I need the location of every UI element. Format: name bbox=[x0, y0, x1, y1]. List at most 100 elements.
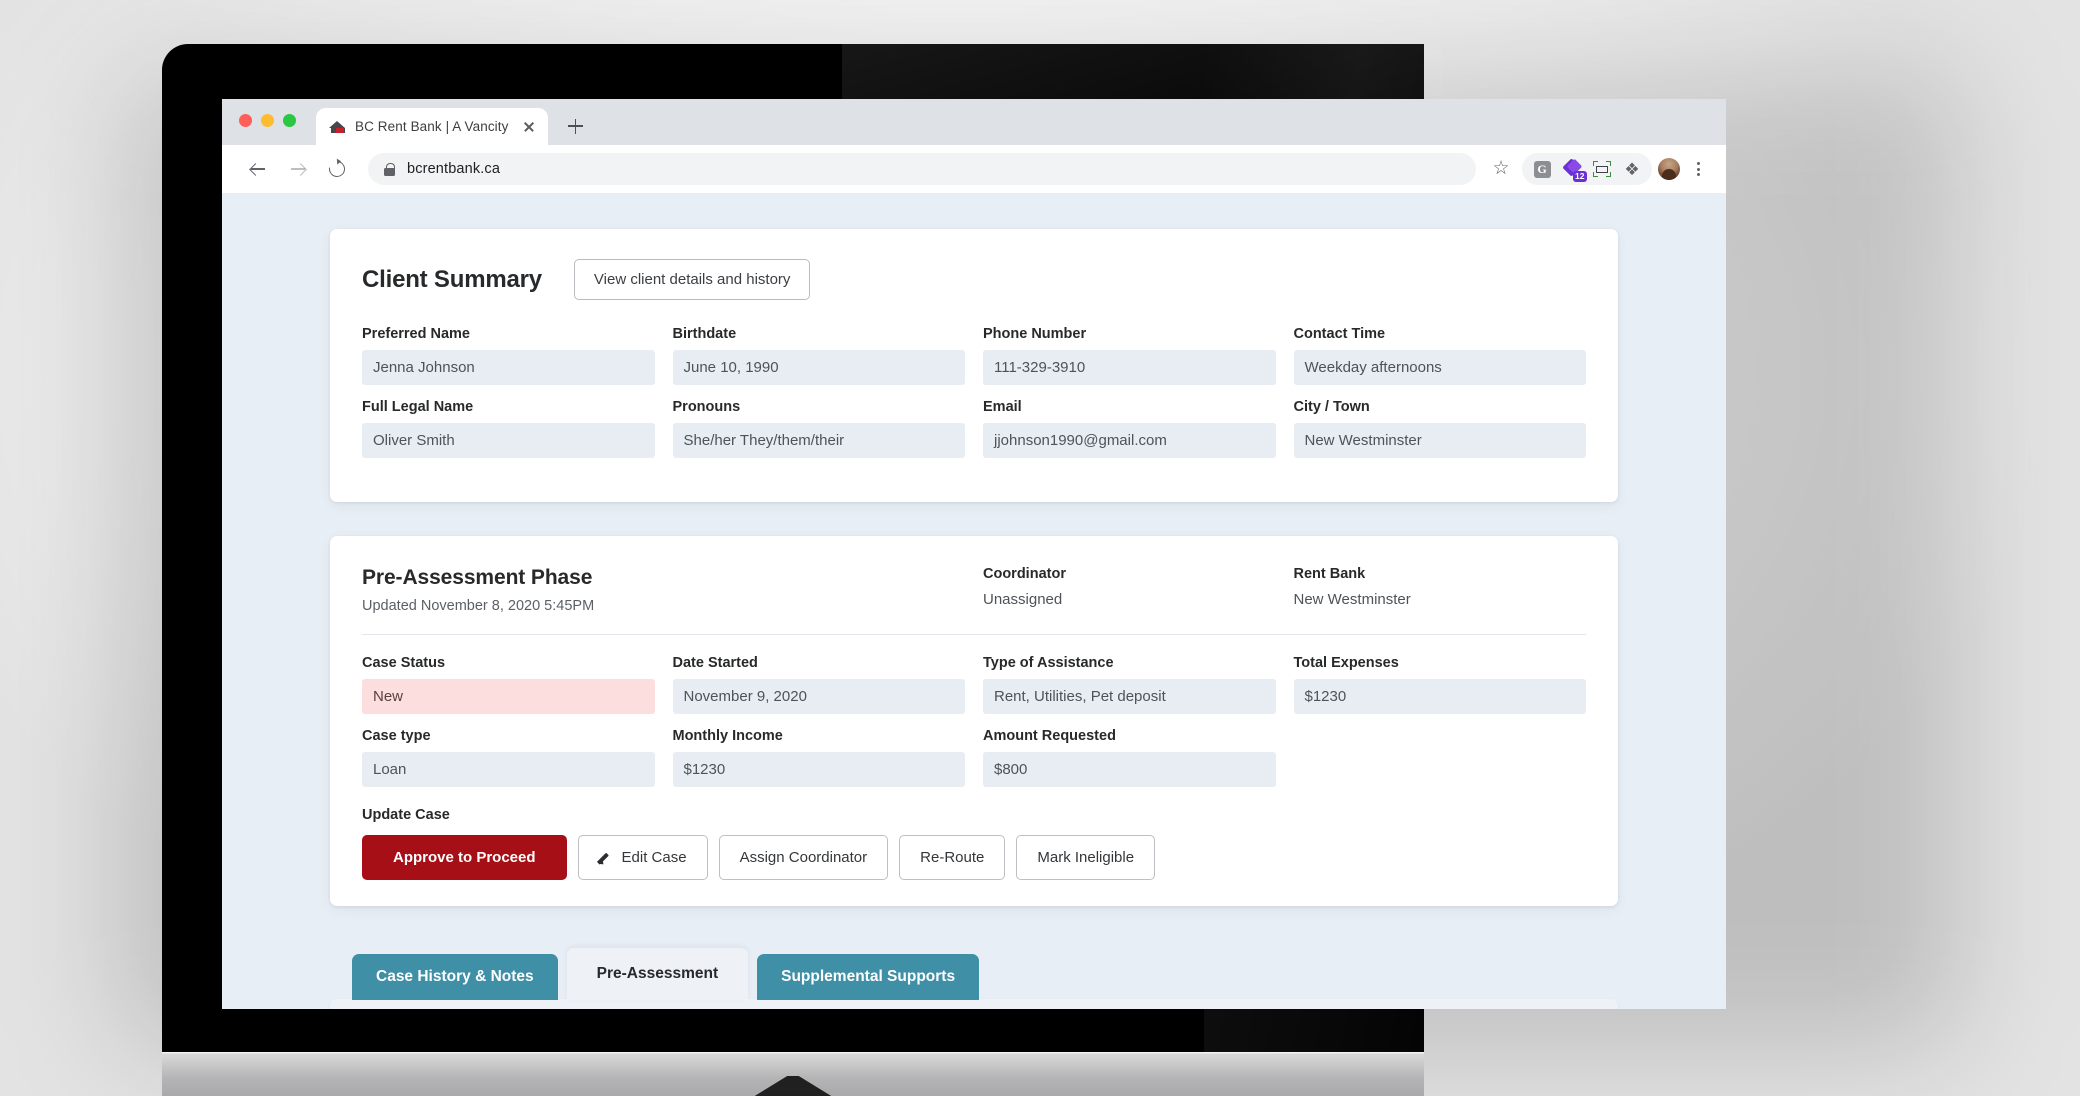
field-phone-number: Phone Number 111-329-3910 bbox=[983, 326, 1276, 399]
field-preferred-name: Preferred Name Jenna Johnson bbox=[362, 326, 655, 399]
browser-tabstrip: BC Rent Bank | A Vancity Comm bbox=[222, 99, 1726, 145]
profile-avatar[interactable] bbox=[1658, 158, 1680, 180]
client-summary-fields: Preferred Name Jenna Johnson Birthdate J… bbox=[362, 326, 1586, 472]
field-total-expenses: Total Expenses $1230 bbox=[1293, 655, 1586, 728]
tab-case-history-notes[interactable]: Case History & Notes bbox=[352, 954, 558, 1000]
coordinator-value: Unassigned bbox=[983, 591, 1063, 608]
tab-supplemental-supports[interactable]: Supplemental Supports bbox=[757, 954, 980, 1000]
rent-bank-label: Rent Bank bbox=[1293, 566, 1366, 582]
screenshot-crop-extension-icon[interactable] bbox=[1588, 155, 1616, 183]
field-label: Total Expenses bbox=[1293, 655, 1399, 671]
grammarly-extension-icon[interactable]: G bbox=[1528, 155, 1556, 183]
page-viewport: Client Summary View client details and h… bbox=[222, 193, 1726, 1009]
field-empty-slot bbox=[1294, 728, 1587, 801]
laptop-base-notch bbox=[745, 1076, 841, 1096]
puzzle-glyph: ❖ bbox=[1624, 159, 1640, 179]
field-label: Full Legal Name bbox=[362, 399, 474, 415]
extensions-pill: G 12 ❖ bbox=[1522, 153, 1652, 185]
coordinator-block: Coordinator Unassigned bbox=[983, 566, 1276, 608]
rent-bank-value: New Westminster bbox=[1293, 591, 1411, 608]
field-value[interactable]: $800 bbox=[983, 752, 1276, 787]
view-client-details-button[interactable]: View client details and history bbox=[573, 259, 811, 300]
re-route-button[interactable]: Re-Route bbox=[899, 835, 1006, 880]
client-summary-header: Client Summary View client details and h… bbox=[362, 259, 1586, 300]
field-value[interactable]: Oliver Smith bbox=[362, 423, 655, 458]
field-label: Pronouns bbox=[672, 399, 741, 415]
browser-toolbar: bcrentbank.ca ☆ G 12 ❖ bbox=[222, 145, 1726, 193]
field-case-type: Case type Loan bbox=[362, 728, 655, 801]
field-label: Date Started bbox=[672, 655, 758, 671]
purple-diamond-extension-icon[interactable]: 12 bbox=[1558, 155, 1587, 183]
close-window-button[interactable] bbox=[239, 114, 252, 127]
field-value[interactable]: $1230 bbox=[672, 752, 965, 787]
phase-fields: Case Status New Date Started November 9,… bbox=[362, 655, 1586, 801]
field-monthly-income: Monthly Income $1230 bbox=[672, 728, 965, 801]
field-birthdate: Birthdate June 10, 1990 bbox=[672, 326, 965, 399]
field-value[interactable]: Rent, Utilities, Pet deposit bbox=[983, 679, 1276, 714]
status-badge[interactable]: New bbox=[362, 679, 655, 714]
field-value[interactable]: Weekday afternoons bbox=[1293, 350, 1586, 385]
mark-ineligible-button[interactable]: Mark Ineligible bbox=[1016, 835, 1156, 880]
reload-button[interactable] bbox=[320, 152, 354, 186]
edit-case-button[interactable]: Edit Case bbox=[577, 835, 708, 880]
arrow-left-icon bbox=[250, 162, 265, 177]
field-value[interactable]: June 10, 1990 bbox=[672, 350, 965, 385]
field-type-of-assistance: Type of Assistance Rent, Utilities, Pet … bbox=[983, 655, 1276, 728]
field-label: City / Town bbox=[1293, 399, 1370, 415]
browser-window: BC Rent Bank | A Vancity Comm bcrentbank… bbox=[222, 99, 1726, 1009]
field-label: Case Status bbox=[362, 655, 446, 671]
field-full-legal-name: Full Legal Name Oliver Smith bbox=[362, 399, 655, 472]
field-value[interactable]: Loan bbox=[362, 752, 655, 787]
field-value[interactable]: She/her They/them/their bbox=[672, 423, 965, 458]
star-icon: ☆ bbox=[1492, 158, 1510, 179]
pencil-icon bbox=[599, 851, 613, 865]
phase-header: Pre-Assessment Phase Updated November 8,… bbox=[362, 566, 1586, 635]
page-title: Client Summary bbox=[362, 265, 542, 293]
arrow-right-icon bbox=[290, 162, 305, 177]
field-label: Contact Time bbox=[1293, 326, 1386, 342]
approve-to-proceed-button[interactable]: Approve to Proceed bbox=[362, 835, 567, 880]
field-value[interactable]: $1230 bbox=[1293, 679, 1586, 714]
bookmark-star-button[interactable]: ☆ bbox=[1486, 153, 1518, 185]
tab-pre-assessment[interactable]: Pre-Assessment bbox=[566, 948, 749, 1000]
new-tab-button[interactable] bbox=[560, 111, 590, 141]
address-bar[interactable]: bcrentbank.ca bbox=[368, 153, 1476, 185]
field-email: Email jjohnson1990@gmail.com bbox=[983, 399, 1276, 472]
field-label: Email bbox=[983, 399, 1022, 415]
field-value[interactable]: Jenna Johnson bbox=[362, 350, 655, 385]
phase-title-block: Pre-Assessment Phase Updated November 8,… bbox=[362, 566, 965, 614]
browser-tab-active[interactable]: BC Rent Bank | A Vancity Comm bbox=[316, 108, 548, 145]
field-value[interactable]: 111-329-3910 bbox=[983, 350, 1276, 385]
field-value[interactable]: jjohnson1990@gmail.com bbox=[983, 423, 1276, 458]
crop-glyph bbox=[1593, 161, 1611, 177]
field-value[interactable]: New Westminster bbox=[1293, 423, 1586, 458]
field-contact-time: Contact Time Weekday afternoons bbox=[1293, 326, 1586, 399]
field-date-started: Date Started November 9, 2020 bbox=[672, 655, 965, 728]
window-traffic-lights bbox=[239, 114, 296, 127]
pre-assessment-phase-card: Pre-Assessment Phase Updated November 8,… bbox=[330, 536, 1618, 906]
field-label: Amount Requested bbox=[983, 728, 1116, 744]
close-icon[interactable] bbox=[520, 118, 538, 136]
section-tabs: Case History & Notes Pre-Assessment Supp… bbox=[330, 948, 1618, 1000]
tab-content-panel bbox=[330, 999, 1618, 1009]
field-value[interactable]: November 9, 2020 bbox=[672, 679, 965, 714]
update-case-button-row: Approve to Proceed Edit Case Assign Coor… bbox=[362, 835, 1586, 880]
field-city-town: City / Town New Westminster bbox=[1293, 399, 1586, 472]
phase-title: Pre-Assessment Phase bbox=[362, 566, 593, 589]
field-case-status: Case Status New bbox=[362, 655, 655, 728]
back-button[interactable] bbox=[240, 152, 274, 186]
lock-icon bbox=[384, 162, 395, 176]
address-bar-url: bcrentbank.ca bbox=[407, 161, 501, 177]
field-label: Monthly Income bbox=[672, 728, 783, 744]
field-label: Birthdate bbox=[672, 326, 737, 342]
assign-coordinator-button[interactable]: Assign Coordinator bbox=[718, 835, 889, 880]
field-amount-requested: Amount Requested $800 bbox=[983, 728, 1276, 801]
coordinator-label: Coordinator bbox=[983, 566, 1066, 582]
forward-button[interactable] bbox=[280, 152, 314, 186]
toolbar-icons: ☆ G 12 ❖ bbox=[1486, 153, 1712, 185]
minimize-window-button[interactable] bbox=[261, 114, 274, 127]
maximize-window-button[interactable] bbox=[283, 114, 296, 127]
field-label: Type of Assistance bbox=[983, 655, 1114, 671]
puzzle-extensions-icon[interactable]: ❖ bbox=[1618, 155, 1646, 183]
chrome-menu-kebab[interactable] bbox=[1684, 155, 1712, 183]
